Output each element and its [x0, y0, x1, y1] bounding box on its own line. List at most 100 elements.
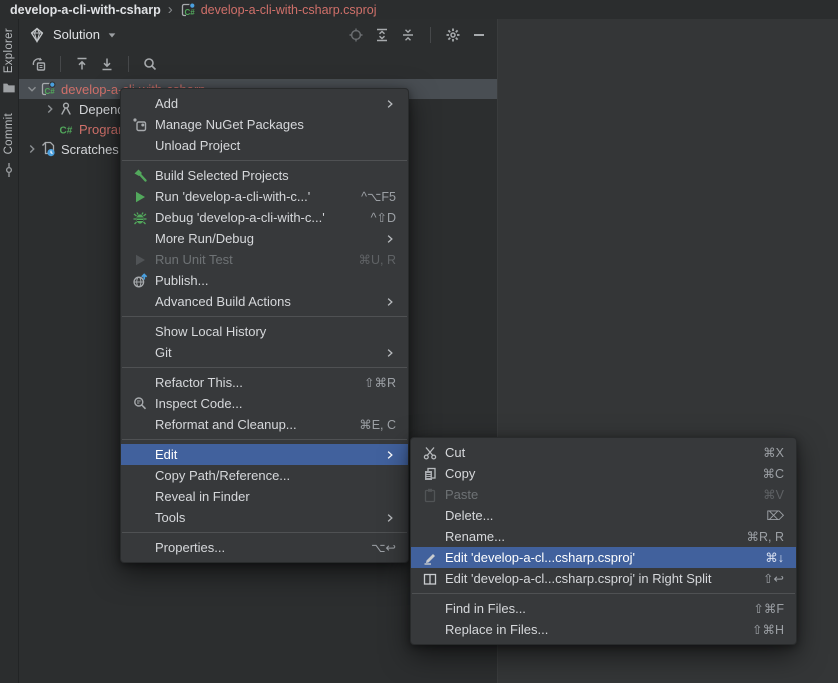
menu-item-edit-develop-a-cl-csharp-csproj[interactable]: Edit 'develop-a-cl...csharp.csproj'⌘↓: [411, 547, 796, 568]
menu-item-icon-spacer: [131, 96, 148, 112]
menu-item-label: Copy: [445, 466, 740, 481]
chevron-right-icon[interactable]: [23, 142, 40, 156]
menu-item-label: Properties...: [155, 540, 349, 555]
paste-icon: [421, 487, 438, 503]
select-opened-file-icon[interactable]: [31, 56, 47, 72]
breadcrumb: develop-a-cli-with-csharp › C# develop-a…: [0, 0, 838, 19]
menu-item-icon-spacer: [131, 447, 148, 463]
menu-item-shortcut: ^⇧D: [371, 210, 396, 225]
menu-item-delete[interactable]: Delete...⌦: [411, 505, 796, 526]
cut-icon: [421, 445, 438, 461]
chevron-down-icon[interactable]: [23, 82, 40, 96]
menu-item-label: Tools: [155, 510, 373, 525]
menu-item-reformat-and-cleanup[interactable]: Reformat and Cleanup...⌘E, C: [121, 414, 408, 435]
settings-icon[interactable]: [445, 27, 461, 43]
menu-item-rename[interactable]: Rename...⌘R, R: [411, 526, 796, 547]
menu-item-build-selected-projects[interactable]: Build Selected Projects: [121, 165, 408, 186]
menu-item-replace-in-files[interactable]: Replace in Files...⇧⌘H: [411, 619, 796, 640]
scroll-to-bottom-icon[interactable]: [99, 56, 115, 72]
breadcrumb-separator: ›: [168, 5, 173, 15]
dropdown-caret-icon[interactable]: [106, 27, 118, 43]
chevron-right-icon[interactable]: [41, 102, 58, 116]
menu-item-add[interactable]: Add: [121, 93, 408, 114]
menu-item-copy[interactable]: Copy ⌘C: [411, 463, 796, 484]
menu-item-label: Debug 'develop-a-cli-with-c...': [155, 210, 349, 225]
menu-item-label: Unload Project: [155, 138, 396, 153]
stripe-tab-commit[interactable]: Commit: [1, 104, 17, 185]
solution-panel-toolbar: [19, 50, 497, 77]
project-context-menu: Add Manage NuGet Packages Unload Project Bu…: [120, 88, 409, 563]
toolbar-separator: [430, 27, 431, 43]
menu-item-find-in-files[interactable]: Find in Files...⇧⌘F: [411, 598, 796, 619]
nuget-icon: [131, 117, 148, 133]
menu-item-shortcut: ⇧⌘F: [753, 601, 784, 616]
menu-item-icon-spacer: [131, 468, 148, 484]
toolbar-separator: [60, 56, 61, 72]
panel-title[interactable]: Solution: [53, 27, 100, 42]
menu-item-label: Git: [155, 345, 373, 360]
menu-item-label: Inspect Code...: [155, 396, 396, 411]
menu-item-shortcut: ⌘C: [762, 466, 784, 481]
menu-item-icon-spacer: [131, 489, 148, 505]
submenu-arrow-icon: [383, 512, 396, 524]
target-icon[interactable]: [348, 27, 364, 43]
menu-item-icon-spacer: [131, 345, 148, 361]
inspect-code-icon: [131, 396, 148, 412]
copy-icon: [421, 466, 438, 482]
stripe-tab-explorer[interactable]: Explorer: [1, 19, 17, 104]
rider-window: { "window": { "breadcrumb": { "project":…: [0, 0, 838, 683]
menu-item-shortcut: ^⌥F5: [361, 189, 396, 204]
menu-item-edit-develop-a-cl-csharp-csproj-in-right[interactable]: Edit 'develop-a-cl...csharp.csproj' in R…: [411, 568, 796, 589]
menu-item-shortcut: ⇧⌘R: [364, 375, 396, 390]
menu-item-label: Manage NuGet Packages: [155, 117, 396, 132]
stripe-tab-label: Commit: [3, 113, 15, 154]
menu-item-debug-develop-a-cli-with-c[interactable]: Debug 'develop-a-cli-with-c...' ^⇧D: [121, 207, 408, 228]
minimize-icon[interactable]: [471, 27, 487, 43]
dependencies-icon: [58, 101, 74, 117]
menu-separator: [412, 593, 795, 594]
menu-item-manage-nuget-packages[interactable]: Manage NuGet Packages: [121, 114, 408, 135]
menu-item-label: Advanced Build Actions: [155, 294, 373, 309]
menu-item-publish[interactable]: Publish...: [121, 270, 408, 291]
menu-item-label: Run 'develop-a-cli-with-c...': [155, 189, 339, 204]
submenu-arrow-icon: [383, 296, 396, 308]
menu-item-shortcut: ⌘↓: [765, 550, 784, 565]
menu-item-label: Edit: [155, 447, 373, 462]
menu-separator: [122, 439, 407, 440]
menu-item-properties[interactable]: Properties...⌥↩: [121, 537, 408, 558]
menu-item-label: Publish...: [155, 273, 396, 288]
breadcrumb-project[interactable]: develop-a-cli-with-csharp: [10, 3, 161, 17]
menu-item-label: Replace in Files...: [445, 622, 730, 637]
submenu-arrow-icon: [383, 233, 396, 245]
menu-item-edit[interactable]: Edit: [121, 444, 408, 465]
menu-item-more-run-debug[interactable]: More Run/Debug: [121, 228, 408, 249]
menu-item-run-develop-a-cli-with-c[interactable]: Run 'develop-a-cli-with-c...' ^⌥F5: [121, 186, 408, 207]
menu-item-reveal-in-finder[interactable]: Reveal in Finder: [121, 486, 408, 507]
menu-item-refactor-this[interactable]: Refactor This...⇧⌘R: [121, 372, 408, 393]
stripe-tab-label: Explorer: [3, 28, 15, 73]
menu-item-tools[interactable]: Tools: [121, 507, 408, 528]
menu-item-icon-spacer: [421, 508, 438, 524]
menu-item-copy-path-reference[interactable]: Copy Path/Reference...: [121, 465, 408, 486]
menu-item-label: Copy Path/Reference...: [155, 468, 396, 483]
edit-submenu: Cut⌘XCopy⌘CPaste⌘VDelete...⌦Rename...⌘R,…: [410, 437, 797, 645]
menu-item-advanced-build-actions[interactable]: Advanced Build Actions: [121, 291, 408, 312]
menu-item-unload-project[interactable]: Unload Project: [121, 135, 408, 156]
submenu-arrow-icon: [383, 347, 396, 359]
menu-item-inspect-code[interactable]: Inspect Code...: [121, 393, 408, 414]
menu-item-label: Reveal in Finder: [155, 489, 396, 504]
collapse-all-icon[interactable]: [400, 27, 416, 43]
breadcrumb-file[interactable]: develop-a-cli-with-csharp.csproj: [201, 3, 377, 17]
menu-item-git[interactable]: Git: [121, 342, 408, 363]
menu-item-show-local-history[interactable]: Show Local History: [121, 321, 408, 342]
run-disabled-icon: [131, 252, 148, 268]
menu-item-cut[interactable]: Cut⌘X: [411, 442, 796, 463]
menu-separator: [122, 532, 407, 533]
expand-all-icon[interactable]: [374, 27, 390, 43]
folder-icon: [1, 80, 17, 96]
menu-item-icon-spacer: [131, 231, 148, 247]
menu-item-label: More Run/Debug: [155, 231, 373, 246]
scroll-to-top-icon[interactable]: [74, 56, 90, 72]
menu-item-icon-spacer: [131, 138, 148, 154]
search-icon[interactable]: [142, 56, 158, 72]
